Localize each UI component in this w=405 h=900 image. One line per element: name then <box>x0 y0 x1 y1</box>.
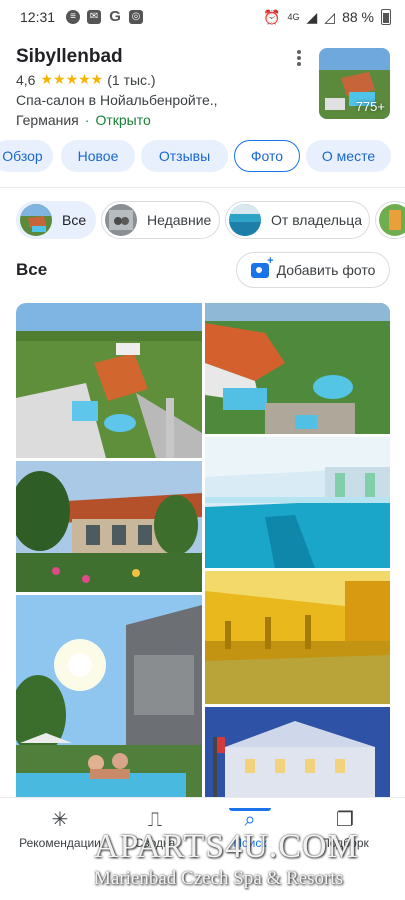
nav-recommendations-label: Рекомендации <box>19 836 101 850</box>
filter-all-thumb <box>20 204 52 236</box>
watermark-subtitle: Marienbad Czech Spa & Resorts <box>94 868 344 889</box>
photo-yellow-hall[interactable] <box>205 571 390 704</box>
filter-more[interactable] <box>375 201 405 239</box>
signal-label: 4G <box>287 12 300 22</box>
tab-updates[interactable]: Новое <box>61 140 135 172</box>
photo-count: 775+ <box>355 99 385 114</box>
notification-icon: ≡ <box>66 10 81 24</box>
filter-owner-label: От владельца <box>271 212 363 228</box>
google-icon: G <box>109 8 121 25</box>
add-photo-label: Добавить фото <box>276 262 376 278</box>
watermark-title: APARTS4U.COM <box>94 828 359 865</box>
filter-more-thumb <box>379 204 405 236</box>
status-time: 12:31 <box>20 9 56 25</box>
rating-row[interactable]: 4,6 ★★★★★ (1 тыс.) <box>16 71 156 88</box>
more-options-icon[interactable] <box>292 48 306 68</box>
place-description: Спа-салон в Нойальбенройте., <box>16 92 218 108</box>
asterisk-icon: ✳ <box>51 809 69 831</box>
photo-building-garden[interactable] <box>16 461 202 592</box>
add-photo-icon <box>250 255 274 278</box>
photo-filters: Все Недавние От владельца <box>0 201 405 241</box>
open-status: Открыто <box>95 112 151 128</box>
filter-recent[interactable]: Недавние <box>101 201 220 239</box>
message-icon: ✉ <box>87 10 102 24</box>
alarm-icon: ⏰ <box>263 8 281 25</box>
battery-text: 88 % <box>342 9 374 25</box>
photo-indoor-pool[interactable] <box>205 437 390 568</box>
place-title: Sibyllenbad <box>16 46 123 67</box>
filter-owner-thumb <box>229 204 261 236</box>
filter-owner[interactable]: От владельца <box>225 201 370 239</box>
section-title: Все <box>16 260 48 279</box>
filter-recent-thumb <box>105 204 137 236</box>
photo-outdoor-jacuzzi[interactable] <box>16 595 202 797</box>
divider <box>0 187 405 188</box>
filter-all-label: Все <box>62 212 87 228</box>
separator-dot: · <box>84 112 90 128</box>
tab-reviews[interactable]: Отзывы <box>141 140 228 172</box>
instagram-icon: ◎ <box>129 10 144 24</box>
tab-photos[interactable]: Фото <box>234 140 300 172</box>
place-thumbnail[interactable]: 775+ <box>319 48 390 119</box>
photo-dusk-building[interactable] <box>205 707 390 797</box>
photo-building-pool[interactable] <box>205 303 390 434</box>
status-bar: 12:31 ≡ ✉ G ◎ ⏰ 4G ◢ ◿ 88 % <box>0 0 405 34</box>
no-signal-icon: ◿ <box>324 8 336 25</box>
place-country: Германия <box>16 112 79 128</box>
filter-all[interactable]: Все <box>16 201 96 239</box>
battery-icon <box>381 9 391 25</box>
tab-overview[interactable]: Обзор <box>0 140 53 172</box>
add-photo-button[interactable]: Добавить фото <box>236 252 390 288</box>
place-tabs: Обзор Новое Отзывы Фото О месте <box>0 140 405 172</box>
star-rating-icon: ★★★★★ <box>40 71 104 87</box>
tab-about[interactable]: О месте <box>306 140 391 172</box>
photo-aerial-resort[interactable] <box>16 303 202 458</box>
review-count: (1 тыс.) <box>107 71 156 88</box>
filter-recent-label: Недавние <box>147 212 212 228</box>
rating-value: 4,6 <box>16 71 36 88</box>
signal-icon: ◢ <box>306 8 318 25</box>
place-location: Германия · Открыто <box>16 112 151 128</box>
active-indicator <box>229 808 271 811</box>
